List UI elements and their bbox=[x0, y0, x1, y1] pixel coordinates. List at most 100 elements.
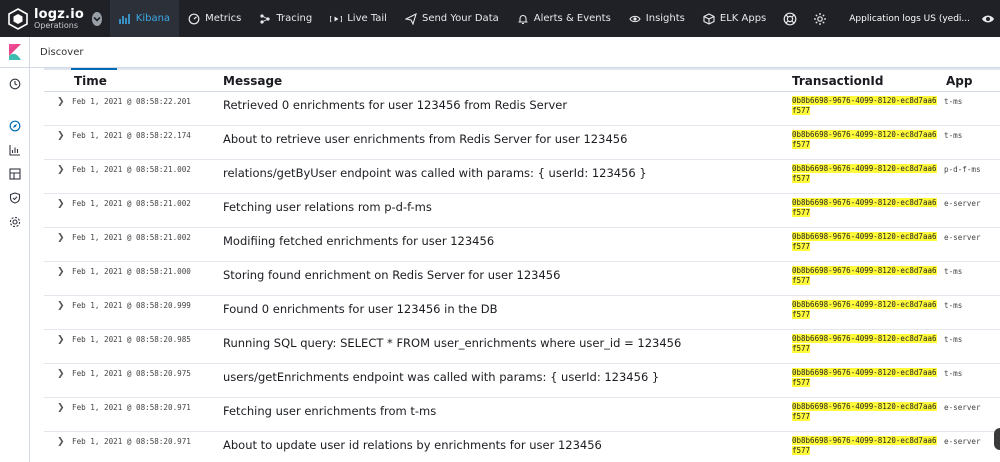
nav-elk-apps[interactable]: ELK Apps bbox=[694, 0, 775, 37]
alerting-shield-icon[interactable] bbox=[8, 191, 22, 205]
column-header-time[interactable]: Time bbox=[74, 74, 107, 88]
transaction-id-part2: f577 bbox=[792, 140, 811, 149]
settings-gear-icon[interactable] bbox=[805, 0, 835, 37]
transaction-id-part1: 0b8b6698-9676-4099-8120-ec8d7aa6 bbox=[792, 164, 937, 173]
table-row[interactable]: ❯ Feb 1, 2021 @ 08:58:20.999 Found 0 enric… bbox=[44, 296, 1000, 330]
table-body: ❯ Feb 1, 2021 @ 08:58:22.201 Retrieved 0 e… bbox=[44, 92, 1000, 462]
discover-document-table: Time Message TransactionId App ❯ Feb 1, 2… bbox=[44, 68, 1000, 462]
expand-row-chevron-icon[interactable]: ❯ bbox=[57, 437, 65, 447]
management-gear-icon[interactable] bbox=[8, 215, 22, 229]
table-row[interactable]: ❯ Feb 1, 2021 @ 08:58:22.201 Retrieved 0 e… bbox=[44, 92, 1000, 126]
expand-row-chevron-icon[interactable]: ❯ bbox=[57, 403, 65, 413]
expand-row-chevron-icon[interactable]: ❯ bbox=[57, 267, 65, 277]
expand-row-chevron-icon[interactable]: ❯ bbox=[57, 369, 65, 379]
expand-row-chevron-icon[interactable]: ❯ bbox=[57, 233, 65, 243]
table-row[interactable]: ❯ Feb 1, 2021 @ 08:58:22.174 About to retr… bbox=[44, 126, 1000, 160]
row-message: relations/getByUser endpoint was called … bbox=[223, 166, 647, 180]
bar-chart-icon bbox=[118, 13, 131, 25]
visualize-chart-icon[interactable] bbox=[8, 143, 22, 157]
column-header-app[interactable]: App bbox=[946, 74, 972, 88]
table-row[interactable]: ❯ Feb 1, 2021 @ 08:58:21.000 Storing found… bbox=[44, 262, 1000, 296]
time-sort-indicator bbox=[71, 68, 117, 70]
table-row[interactable]: ❯ Feb 1, 2021 @ 08:58:20.971 Fetching user… bbox=[44, 398, 1000, 432]
row-message: Running SQL query: SELECT * FROM user_en… bbox=[223, 336, 682, 350]
transaction-id-part2: f577 bbox=[792, 446, 811, 455]
nav-metrics[interactable]: Metrics bbox=[179, 0, 250, 37]
row-message: About to retrieve user enrichments from … bbox=[223, 132, 628, 146]
column-header-transactionid[interactable]: TransactionId bbox=[792, 74, 883, 88]
visibility-eye-icon[interactable] bbox=[976, 0, 1000, 37]
table-row[interactable]: ❯ Feb 1, 2021 @ 08:58:21.002 relations/get… bbox=[44, 160, 1000, 194]
table-row[interactable]: ❯ Feb 1, 2021 @ 08:58:20.975 users/getEnri… bbox=[44, 364, 1000, 398]
row-message: Retrieved 0 enrichments for user 123456 … bbox=[223, 98, 568, 112]
row-time: Feb 1, 2021 @ 08:58:22.201 bbox=[72, 97, 191, 106]
transaction-id-part2: f577 bbox=[792, 412, 811, 421]
recent-clock-icon[interactable] bbox=[8, 77, 22, 91]
row-app: p-d-f-ms bbox=[944, 165, 981, 174]
row-transaction-id: 0b8b6698-9676-4099-8120-ec8d7aa6 f577 bbox=[792, 96, 940, 116]
transaction-id-part1: 0b8b6698-9676-4099-8120-ec8d7aa6 bbox=[792, 334, 937, 343]
row-transaction-id: 0b8b6698-9676-4099-8120-ec8d7aa6 f577 bbox=[792, 232, 940, 252]
table-row[interactable]: ❯ Feb 1, 2021 @ 08:58:20.985 Running SQL q… bbox=[44, 330, 1000, 364]
transaction-id-part1: 0b8b6698-9676-4099-8120-ec8d7aa6 bbox=[792, 130, 937, 139]
table-row[interactable]: ❯ Feb 1, 2021 @ 08:58:21.002 Fetching user… bbox=[44, 194, 1000, 228]
live-tail-icon bbox=[330, 13, 343, 25]
transaction-id-part1: 0b8b6698-9676-4099-8120-ec8d7aa6 bbox=[792, 402, 937, 411]
nav-metrics-label: Metrics bbox=[205, 13, 242, 24]
row-app: t-ms bbox=[944, 131, 963, 140]
scroll-handle[interactable] bbox=[994, 428, 1000, 450]
column-header-message[interactable]: Message bbox=[223, 74, 282, 88]
nav-live-tail[interactable]: Live Tail bbox=[321, 0, 396, 37]
row-time: Feb 1, 2021 @ 08:58:21.002 bbox=[72, 199, 191, 208]
apps-box-icon bbox=[703, 12, 715, 25]
nav-tracing[interactable]: Tracing bbox=[250, 0, 321, 37]
expand-row-chevron-icon[interactable]: ❯ bbox=[57, 199, 65, 209]
account-selector[interactable]: Application logs US (yedi... bbox=[835, 14, 976, 24]
product-switch-chevron-icon[interactable] bbox=[92, 11, 103, 26]
nav-alerts-events[interactable]: Alerts & Events bbox=[508, 0, 620, 37]
expand-row-chevron-icon[interactable]: ❯ bbox=[57, 335, 65, 345]
logzio-logo[interactable]: logz.io Operations bbox=[0, 0, 84, 37]
transaction-id-part2: f577 bbox=[792, 378, 811, 387]
row-app: e-server bbox=[944, 403, 981, 412]
expand-row-chevron-icon[interactable]: ❯ bbox=[57, 131, 65, 141]
row-time: Feb 1, 2021 @ 08:58:20.971 bbox=[72, 403, 191, 412]
row-time: Feb 1, 2021 @ 08:58:22.174 bbox=[72, 131, 191, 140]
expand-row-chevron-icon[interactable]: ❯ bbox=[57, 301, 65, 311]
row-message: Fetching user enrichments from t-ms bbox=[223, 404, 437, 418]
transaction-id-part1: 0b8b6698-9676-4099-8120-ec8d7aa6 bbox=[792, 198, 937, 207]
row-app: e-server bbox=[944, 437, 981, 446]
row-app: t-ms bbox=[944, 369, 963, 378]
row-time: Feb 1, 2021 @ 08:58:21.002 bbox=[72, 233, 191, 242]
expand-row-chevron-icon[interactable]: ❯ bbox=[57, 97, 65, 107]
help-lifebuoy-icon[interactable] bbox=[775, 0, 805, 37]
kibana-logo-icon[interactable] bbox=[0, 36, 30, 68]
row-message: About to update user id relations by enr… bbox=[223, 438, 602, 452]
nav-live-tail-label: Live Tail bbox=[347, 13, 387, 24]
logzio-cube-icon bbox=[8, 7, 28, 30]
dashboard-gauge-icon bbox=[188, 13, 200, 25]
table-row[interactable]: ❯ Feb 1, 2021 @ 08:58:20.971 About to upda… bbox=[44, 432, 1000, 462]
nav-send-your-data[interactable]: Send Your Data bbox=[396, 0, 508, 37]
row-transaction-id: 0b8b6698-9676-4099-8120-ec8d7aa6 f577 bbox=[792, 130, 940, 150]
row-time: Feb 1, 2021 @ 08:58:20.985 bbox=[72, 335, 191, 344]
breadcrumb-discover[interactable]: Discover bbox=[30, 47, 84, 58]
row-transaction-id: 0b8b6698-9676-4099-8120-ec8d7aa6 f577 bbox=[792, 164, 940, 184]
row-transaction-id: 0b8b6698-9676-4099-8120-ec8d7aa6 f577 bbox=[792, 300, 940, 320]
transaction-id-part2: f577 bbox=[792, 310, 811, 319]
transaction-id-part2: f577 bbox=[792, 106, 811, 115]
transaction-id-part2: f577 bbox=[792, 242, 811, 251]
transaction-id-part1: 0b8b6698-9676-4099-8120-ec8d7aa6 bbox=[792, 96, 937, 105]
alert-bell-icon bbox=[517, 13, 529, 25]
nav-insights[interactable]: Insights bbox=[620, 0, 694, 37]
row-message: Modifiing fetched enrichments for user 1… bbox=[223, 234, 495, 248]
discover-compass-icon[interactable] bbox=[8, 119, 22, 133]
insights-eye-icon bbox=[629, 13, 641, 25]
table-row[interactable]: ❯ Feb 1, 2021 @ 08:58:21.002 Modifiing fet… bbox=[44, 228, 1000, 262]
nav-kibana[interactable]: Kibana bbox=[109, 0, 180, 37]
row-transaction-id: 0b8b6698-9676-4099-8120-ec8d7aa6 f577 bbox=[792, 368, 940, 388]
expand-row-chevron-icon[interactable]: ❯ bbox=[57, 165, 65, 175]
dashboard-grid-icon[interactable] bbox=[8, 167, 22, 181]
row-transaction-id: 0b8b6698-9676-4099-8120-ec8d7aa6 f577 bbox=[792, 198, 940, 218]
row-time: Feb 1, 2021 @ 08:58:21.002 bbox=[72, 165, 191, 174]
